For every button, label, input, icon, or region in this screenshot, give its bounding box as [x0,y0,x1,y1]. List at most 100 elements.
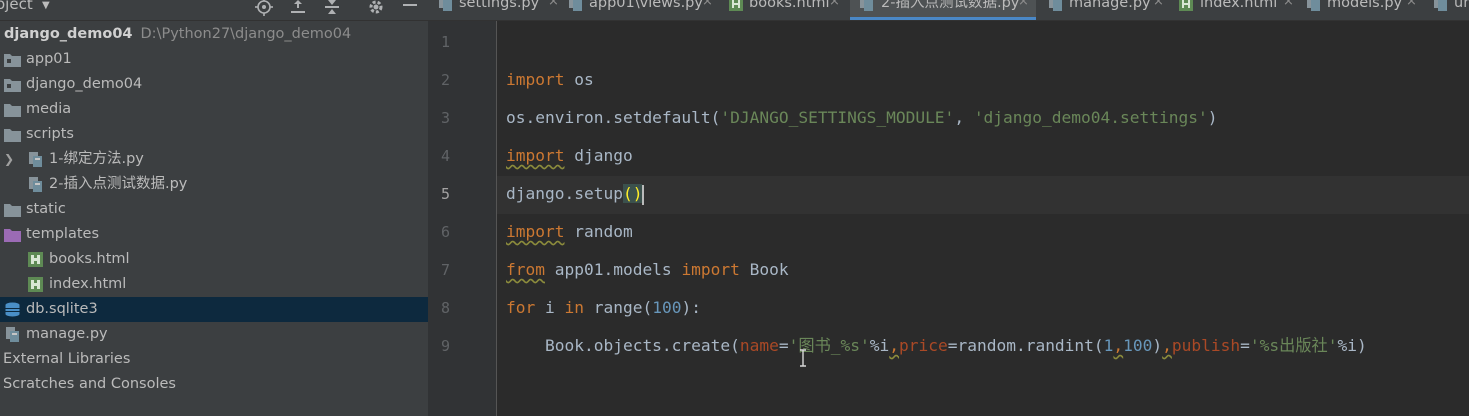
code-line-6: import random [506,220,633,244]
tab-manage-py[interactable]: manage.py × [1048,0,1178,20]
line-number: 9 [440,337,450,355]
code-editor[interactable]: import os os.environ.setdefault('DJANGO_… [497,21,1469,416]
number-literal: 100 [652,298,682,317]
python-file-icon [29,177,42,192]
tree-item-label: templates [26,226,100,242]
close-icon[interactable]: × [1406,0,1417,8]
tree-item-label: db.sqlite3 [26,301,98,317]
code-text: django [564,146,633,165]
tree-item-manage-py[interactable]: manage.py [0,322,428,347]
project-panel-title[interactable]: oject [0,0,33,12]
code-line-2: import os [506,68,594,92]
tab-insert-data-py[interactable]: 2-插入点测试数据.py × [850,0,1036,20]
tree-item-db-sqlite3[interactable]: db.sqlite3 [0,297,428,322]
database-icon [5,302,20,317]
keyword: for [506,298,536,317]
param-name: publish [1171,336,1241,355]
code-text: range( [584,298,653,317]
tab-index-html[interactable]: index.html × [1178,0,1303,20]
tab-urls-py[interactable]: url [1433,0,1469,20]
python-file-icon [1434,0,1447,11]
code-line-4: import django [506,144,633,168]
tab-label: books.html [749,0,830,11]
tree-item-app01[interactable]: app01 [0,47,428,72]
number-literal: 1 [1103,336,1114,355]
python-file-icon [860,0,873,11]
chevron-right-icon[interactable]: ❯ [4,147,14,172]
matched-brace: () [622,184,643,203]
templates-folder-icon [4,229,21,242]
close-icon[interactable]: × [1153,0,1164,8]
number-literal: 100 [1123,336,1153,355]
tree-item-label: app01 [26,51,72,67]
folder-icon [4,104,21,117]
line-number: 1 [440,33,450,51]
keyword: import [506,146,565,165]
tab-label: url [1454,0,1469,11]
tree-item-django-demo04[interactable]: django_demo04 [0,72,428,97]
close-icon[interactable]: × [1283,0,1294,8]
gear-icon[interactable] [367,0,385,16]
code-line-7: from app01.models import Book [506,258,789,282]
tab-label: app01\views.py [589,0,703,11]
tree-item-index-html[interactable]: index.html [0,272,428,297]
tree-item-label: scripts [26,126,74,142]
tab-models-py[interactable]: models.py × [1306,0,1431,20]
code-text: os.environ.setdefault( [506,108,721,127]
tree-item-label: External Libraries [3,351,131,367]
folder-icon [4,129,21,142]
locate-icon[interactable] [255,0,273,16]
tab-label: 2-插入点测试数据.py [881,0,1020,11]
tree-item-static[interactable]: static [0,197,428,222]
tab-settings-py[interactable]: settings.py × [438,0,559,20]
code-text: %i) [1337,336,1367,355]
close-icon[interactable]: × [1018,0,1029,8]
string-literal: '%s出版社' [1249,336,1338,355]
tree-item-label: 1-绑定方法.py [49,151,144,167]
code-text: =random.randint( [947,336,1104,355]
python-file-icon [439,0,452,11]
project-root[interactable]: django_demo04 D:\Python27\django_demo04 [0,22,428,47]
tab-app01-views-py[interactable]: app01\views.py × [568,0,723,20]
line-number: 4 [440,147,450,165]
python-file-icon [1049,0,1062,11]
tree-item-insert-data-py[interactable]: 2-插入点测试数据.py [0,172,428,197]
tree-item-bind-method-py[interactable]: ❯ 1-绑定方法.py [0,147,428,172]
code-text: ) [1152,336,1163,355]
tree-item-label: django_demo04 [26,76,143,92]
tree-item-label: 2-插入点测试数据.py [49,176,188,192]
close-icon[interactable]: × [829,0,840,8]
collapse-all-icon[interactable] [323,0,341,16]
param-name: price [899,336,948,355]
project-root-path: D:\Python27\django_demo04 [140,26,352,42]
tab-books-html[interactable]: books.html × [728,0,846,20]
close-icon[interactable]: × [548,0,559,8]
line-number: 8 [440,299,450,317]
tree-item-external-libraries[interactable]: External Libraries [0,347,428,372]
tree-item-scratches[interactable]: Scratches and Consoles [0,372,428,397]
tree-item-books-html[interactable]: books.html [0,247,428,272]
tree-item-label: manage.py [26,326,108,342]
close-icon[interactable]: × [702,0,713,8]
code-text: random [564,222,633,241]
line-number: 3 [440,109,450,127]
tree-item-label: static [26,201,66,217]
project-root-name: django_demo04 [4,26,133,42]
chevron-down-icon[interactable]: ▼ [42,0,50,13]
keyword: from [506,260,545,279]
project-panel: oject ▼ django_demo04 D:\Python27\django_… [0,0,428,416]
html-file-icon [1179,0,1193,11]
tree-item-scripts[interactable]: scripts [0,122,428,147]
minimize-icon[interactable] [401,0,419,16]
keyword: import [506,222,565,241]
html-file-icon [28,277,43,292]
string-literal: 'django_demo04.settings' [973,108,1208,127]
tree-item-media[interactable]: media [0,97,428,122]
tree-item-label: index.html [49,276,127,292]
code-text: Book [739,260,789,279]
tree-item-templates[interactable]: templates [0,222,428,247]
expand-all-icon[interactable] [289,0,307,16]
folder-icon [4,79,21,92]
tab-label: index.html [1200,0,1278,11]
